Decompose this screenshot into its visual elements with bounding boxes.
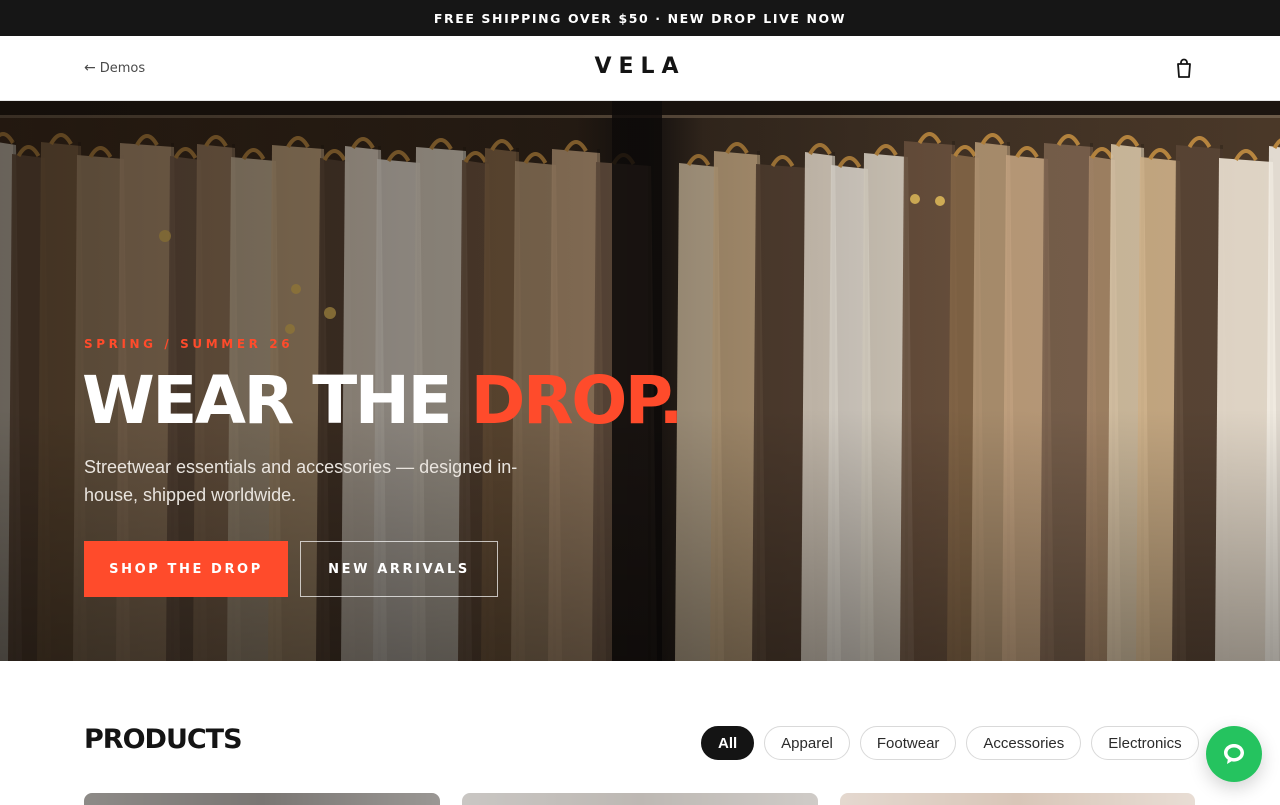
new-arrivals-button[interactable]: NEW ARRIVALS [300,541,498,597]
shopping-bag-icon[interactable] [1172,56,1196,80]
filter-chip-footwear[interactable]: Footwear [859,726,957,760]
filter-chip-apparel[interactable]: Apparel [764,726,850,760]
back-to-demos-link[interactable]: ← Demos [84,58,145,78]
filter-chip-accessories[interactable]: Accessories [966,726,1082,760]
product-card-image[interactable] [840,793,1195,805]
hero-section: SPRING / SUMMER 26 WEAR THE DROP. Street… [0,101,1280,661]
products-heading: PRODUCTS [84,724,243,755]
filter-chip-all[interactable]: All [701,726,755,760]
hero-subtext: Streetwear essentials and accessories — … [84,457,518,505]
chat-bubble-icon[interactable] [1206,726,1262,782]
product-card-image[interactable] [84,793,440,805]
headline-main: WEAR THE [82,362,471,439]
site-header: ← Demos VELA [0,36,1280,101]
filter-chip-electronics[interactable]: Electronics [1091,726,1199,760]
season-eyebrow: SPRING / SUMMER 26 [84,337,294,351]
brand-logo: VELA [594,54,686,79]
product-card-image[interactable] [462,793,818,805]
headline-accent: DROP. [470,362,684,439]
announcement-text: FREE SHIPPING OVER $50 · NEW DROP LIVE N… [433,10,847,26]
back-link-label: Demos [99,60,146,76]
category-filters: All Apparel Footwear Accessories Electro… [701,726,1199,760]
shop-the-drop-button[interactable]: SHOP THE DROP [84,541,288,597]
announcement-bar: FREE SHIPPING OVER $50 · NEW DROP LIVE N… [0,0,1280,36]
back-arrow-icon: ← [84,60,96,76]
hero-headline: WEAR THE DROP. [82,362,684,439]
